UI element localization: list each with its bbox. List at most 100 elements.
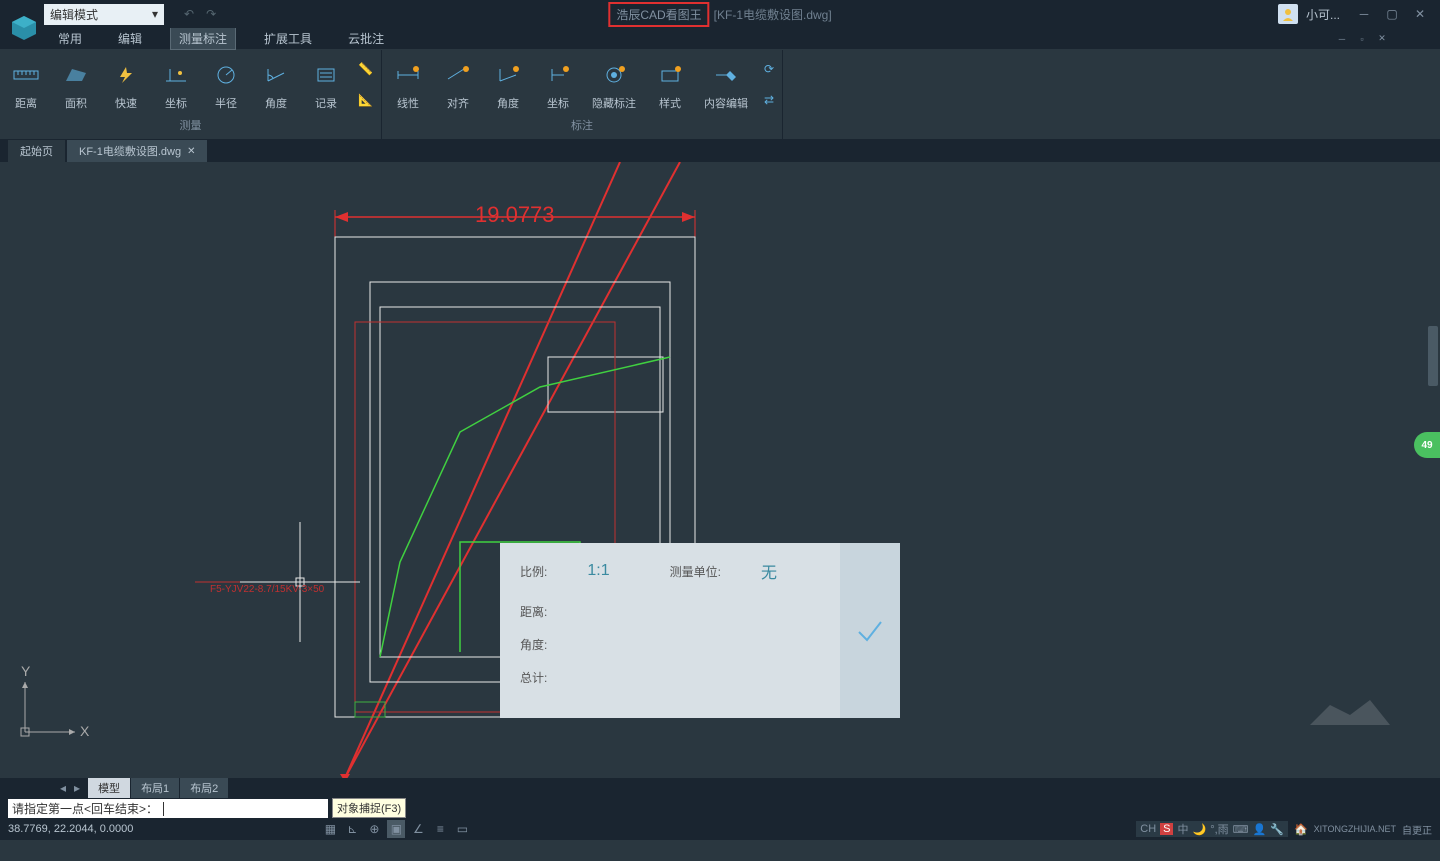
menu-bar: 常用 编辑 测量标注 扩展工具 云批注 ─ ▫ ✕ xyxy=(0,28,1440,50)
menu-cloud-annotate[interactable]: 云批注 xyxy=(340,28,392,49)
minimize-button[interactable]: ─ xyxy=(1356,6,1372,22)
tool-linear[interactable]: 线性 xyxy=(386,54,430,115)
measurement-panel: 比例: 1:1 测量单位: 无 距离: 角度: 总计: xyxy=(500,543,900,718)
coord-icon xyxy=(160,59,192,91)
status-bar: 38.7769, 22.2044, 0.0000 ▦ ⊾ ⊕ ▣ ∠ ≡ ▭ C… xyxy=(0,818,1440,840)
link-icon[interactable]: ⇄ xyxy=(764,93,774,107)
tool-hide-annotate[interactable]: 隐藏标注 xyxy=(586,54,642,115)
title-center: 浩辰CAD看图王 [KF-1电缆敷设图.dwg] xyxy=(608,2,831,27)
tab-model[interactable]: 模型 xyxy=(88,778,130,798)
close-button[interactable]: ✕ xyxy=(1412,6,1428,22)
tool-align[interactable]: 对齐 xyxy=(436,54,480,115)
tool-style-label: 样式 xyxy=(659,95,681,111)
tool-radius[interactable]: 半径 xyxy=(204,54,248,115)
ortho-toggle[interactable]: ⊾ xyxy=(343,820,361,838)
command-input[interactable]: 请指定第一点<回车结束>： xyxy=(8,799,328,818)
tool-content-edit[interactable]: 内容编辑 xyxy=(698,54,754,115)
tool-coord[interactable]: 坐标 xyxy=(154,54,198,115)
ime-indicator[interactable]: CH S 中 🌙 °,雨 ⌨ 👤 🔧 xyxy=(1136,821,1288,837)
linear-icon xyxy=(392,59,424,91)
vertical-scrollbar[interactable] xyxy=(1428,326,1438,386)
lwt-toggle[interactable]: ≡ xyxy=(431,820,449,838)
align-icon xyxy=(442,59,474,91)
tool-coord-ann-label: 坐标 xyxy=(547,95,569,111)
unit-value[interactable]: 无 xyxy=(761,559,777,583)
tool-radius-label: 半径 xyxy=(215,95,237,111)
weather-text: °,雨 xyxy=(1210,821,1228,837)
tab-close-icon[interactable]: ✕ xyxy=(187,146,195,157)
watermark xyxy=(1300,685,1420,748)
doc-close-button[interactable]: ✕ xyxy=(1374,31,1390,47)
person-icon: 👤 xyxy=(1253,823,1267,836)
osnap-toggle[interactable]: ▣ xyxy=(387,820,405,838)
tab-layout2[interactable]: 布局2 xyxy=(180,778,228,798)
angle-result-label: 角度: xyxy=(520,636,547,653)
sogou-icon: S xyxy=(1160,823,1173,835)
tool-edit-label: 内容编辑 xyxy=(704,95,748,111)
tool-record-label: 记录 xyxy=(315,95,337,111)
moon-icon: 🌙 xyxy=(1192,823,1206,836)
mode-label: 编辑模式 xyxy=(50,6,98,23)
badge-count: 49 xyxy=(1421,440,1432,451)
menu-extend-tools[interactable]: 扩展工具 xyxy=(256,28,320,49)
user-name[interactable]: 小可... xyxy=(1306,6,1340,23)
edit-icon xyxy=(710,59,742,91)
user-avatar[interactable] xyxy=(1278,4,1298,24)
doc-restore-button[interactable]: ▫ xyxy=(1354,31,1370,47)
tool-distance[interactable]: 距离 xyxy=(4,54,48,115)
layout-tabs: ◂ ▸ 模型 布局1 布局2 xyxy=(0,778,1440,798)
notification-badge[interactable]: 49 xyxy=(1414,432,1440,458)
brand-text2: 自更正 xyxy=(1402,822,1432,837)
dropdown-icon: ▾ xyxy=(152,7,158,21)
brand-text: XITONGZHIJIA.NET xyxy=(1314,824,1396,834)
tool-area[interactable]: 面积 xyxy=(54,54,98,115)
tool-angle-ann-label: 角度 xyxy=(497,95,519,111)
quick-icon xyxy=(110,59,142,91)
ribbon-group-annotate: 线性 对齐 角度 坐标 隐藏标注 样式 xyxy=(382,50,783,139)
confirm-button[interactable] xyxy=(840,543,900,718)
grid-toggle[interactable]: ▦ xyxy=(321,820,339,838)
drawing-canvas[interactable]: 19.0773 F5-YJV22-8.7/15KV-3×50 X Y xyxy=(0,162,1440,778)
menu-common[interactable]: 常用 xyxy=(50,28,90,49)
otrack-toggle[interactable]: ∠ xyxy=(409,820,427,838)
app-logo[interactable] xyxy=(8,12,40,44)
tab-nav-left-icon[interactable]: ◂ xyxy=(60,781,66,795)
tool-coord-ann[interactable]: 坐标 xyxy=(536,54,580,115)
undo-icon[interactable]: ↶ xyxy=(184,7,194,21)
ucs-y-label: Y xyxy=(21,663,31,679)
tool-align-label: 对齐 xyxy=(447,95,469,111)
ratio-value[interactable]: 1:1 xyxy=(587,562,609,580)
tab-layout1[interactable]: 布局1 xyxy=(131,778,179,798)
menu-edit[interactable]: 编辑 xyxy=(110,28,150,49)
tool-angle[interactable]: 角度 xyxy=(254,54,298,115)
tab-start-page[interactable]: 起始页 xyxy=(8,140,65,162)
ime-lang: CH xyxy=(1140,823,1156,835)
radius-icon xyxy=(210,59,242,91)
nav-arrows: ↶ ↷ xyxy=(184,7,216,21)
mode-selector[interactable]: 编辑模式 ▾ xyxy=(44,4,164,25)
ruler-small-icon[interactable]: 📏 xyxy=(358,62,373,76)
tab-current-file[interactable]: KF-1电缆敷设图.dwg ✕ xyxy=(67,140,207,162)
ruler-small-icon-2[interactable]: 📐 xyxy=(358,93,373,107)
coordinates-display: 38.7769, 22.2044, 0.0000 xyxy=(8,823,133,835)
tool-quick[interactable]: 快速 xyxy=(104,54,148,115)
tool-record[interactable]: 记录 xyxy=(304,54,348,115)
tab-nav-right-icon[interactable]: ▸ xyxy=(74,781,80,795)
tool-quick-label: 快速 xyxy=(115,95,137,111)
polar-toggle[interactable]: ⊕ xyxy=(365,820,383,838)
doc-minimize-button[interactable]: ─ xyxy=(1334,31,1350,47)
refresh-icon[interactable]: ⟳ xyxy=(764,62,774,76)
model-toggle[interactable]: ▭ xyxy=(453,820,471,838)
redo-icon[interactable]: ↷ xyxy=(206,7,216,21)
tab-file-label: KF-1电缆敷设图.dwg xyxy=(79,143,181,159)
record-icon xyxy=(310,59,342,91)
ruler-icon xyxy=(10,59,42,91)
maximize-button[interactable]: ▢ xyxy=(1384,6,1400,22)
command-bar: 请指定第一点<回车结束>： 对象捕捉(F3) xyxy=(0,798,1440,818)
tool-hide-label: 隐藏标注 xyxy=(592,95,636,111)
cable-annotation: F5-YJV22-8.7/15KV-3×50 xyxy=(210,584,325,595)
menu-measure-annotate[interactable]: 测量标注 xyxy=(170,27,236,50)
tool-style[interactable]: 样式 xyxy=(648,54,692,115)
angle-ann-icon xyxy=(492,59,524,91)
tool-angle-ann[interactable]: 角度 xyxy=(486,54,530,115)
